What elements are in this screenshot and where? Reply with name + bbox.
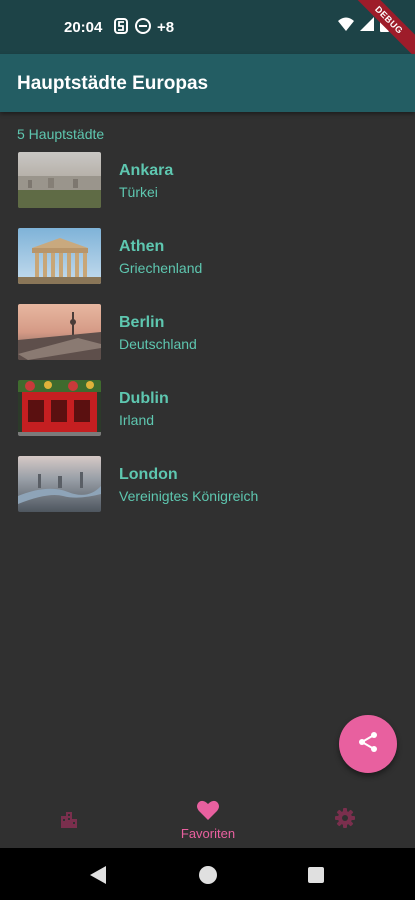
nav-label-favorites: Favoriten bbox=[180, 826, 236, 841]
home-icon[interactable] bbox=[198, 865, 218, 890]
city-name: London bbox=[119, 466, 178, 483]
wifi-icon bbox=[338, 17, 354, 36]
more-notifications: +8 bbox=[157, 19, 175, 36]
city-name: Dublin bbox=[119, 390, 169, 407]
signal-icon bbox=[360, 17, 374, 36]
nav-item-cities[interactable] bbox=[9, 788, 129, 848]
status-bar: 20:04 +8 DEBUG bbox=[0, 0, 415, 62]
nav-item-settings[interactable] bbox=[286, 788, 406, 848]
status-time: 20:04 bbox=[64, 19, 103, 36]
country-name: Griechenland bbox=[119, 260, 203, 276]
city-thumbnail bbox=[18, 304, 101, 360]
city-icon bbox=[59, 808, 79, 833]
dnd-icon bbox=[134, 17, 152, 35]
bottom-navigation: Favoriten bbox=[0, 788, 415, 848]
city-thumbnail bbox=[18, 152, 101, 208]
heart-icon bbox=[197, 800, 219, 825]
list-item-dublin[interactable]: Dublin Irland bbox=[0, 374, 415, 450]
list-item-athen[interactable]: Athen Griechenland bbox=[0, 222, 415, 298]
country-name: Irland bbox=[119, 412, 155, 428]
country-name: Vereinigtes Königreich bbox=[119, 488, 259, 504]
city-thumbnail bbox=[18, 456, 101, 512]
list-item-london[interactable]: London Vereinigtes Königreich bbox=[0, 450, 415, 526]
list-item-berlin[interactable]: Berlin Deutschland bbox=[0, 298, 415, 374]
capital-count: 5 Hauptstädte bbox=[17, 126, 105, 142]
country-name: Deutschland bbox=[119, 336, 197, 352]
system-navigation-bar bbox=[0, 848, 415, 900]
notification-s-icon bbox=[112, 17, 130, 35]
recents-icon[interactable] bbox=[308, 867, 324, 888]
app-bar: Hauptstädte Europas bbox=[0, 54, 415, 112]
share-button[interactable] bbox=[339, 715, 397, 773]
city-name: Berlin bbox=[119, 314, 165, 331]
page-title: Hauptstädte Europas bbox=[17, 73, 209, 94]
gear-icon bbox=[335, 808, 355, 833]
back-icon[interactable] bbox=[90, 866, 106, 889]
share-icon bbox=[356, 730, 380, 759]
city-name: Ankara bbox=[119, 162, 174, 179]
list-item-ankara[interactable]: Ankara Türkei bbox=[0, 146, 415, 222]
nav-item-favorites[interactable]: Favoriten bbox=[148, 788, 268, 848]
country-name: Türkei bbox=[119, 184, 158, 200]
city-thumbnail bbox=[18, 228, 101, 284]
city-name: Athen bbox=[119, 238, 165, 255]
city-thumbnail bbox=[18, 380, 101, 436]
